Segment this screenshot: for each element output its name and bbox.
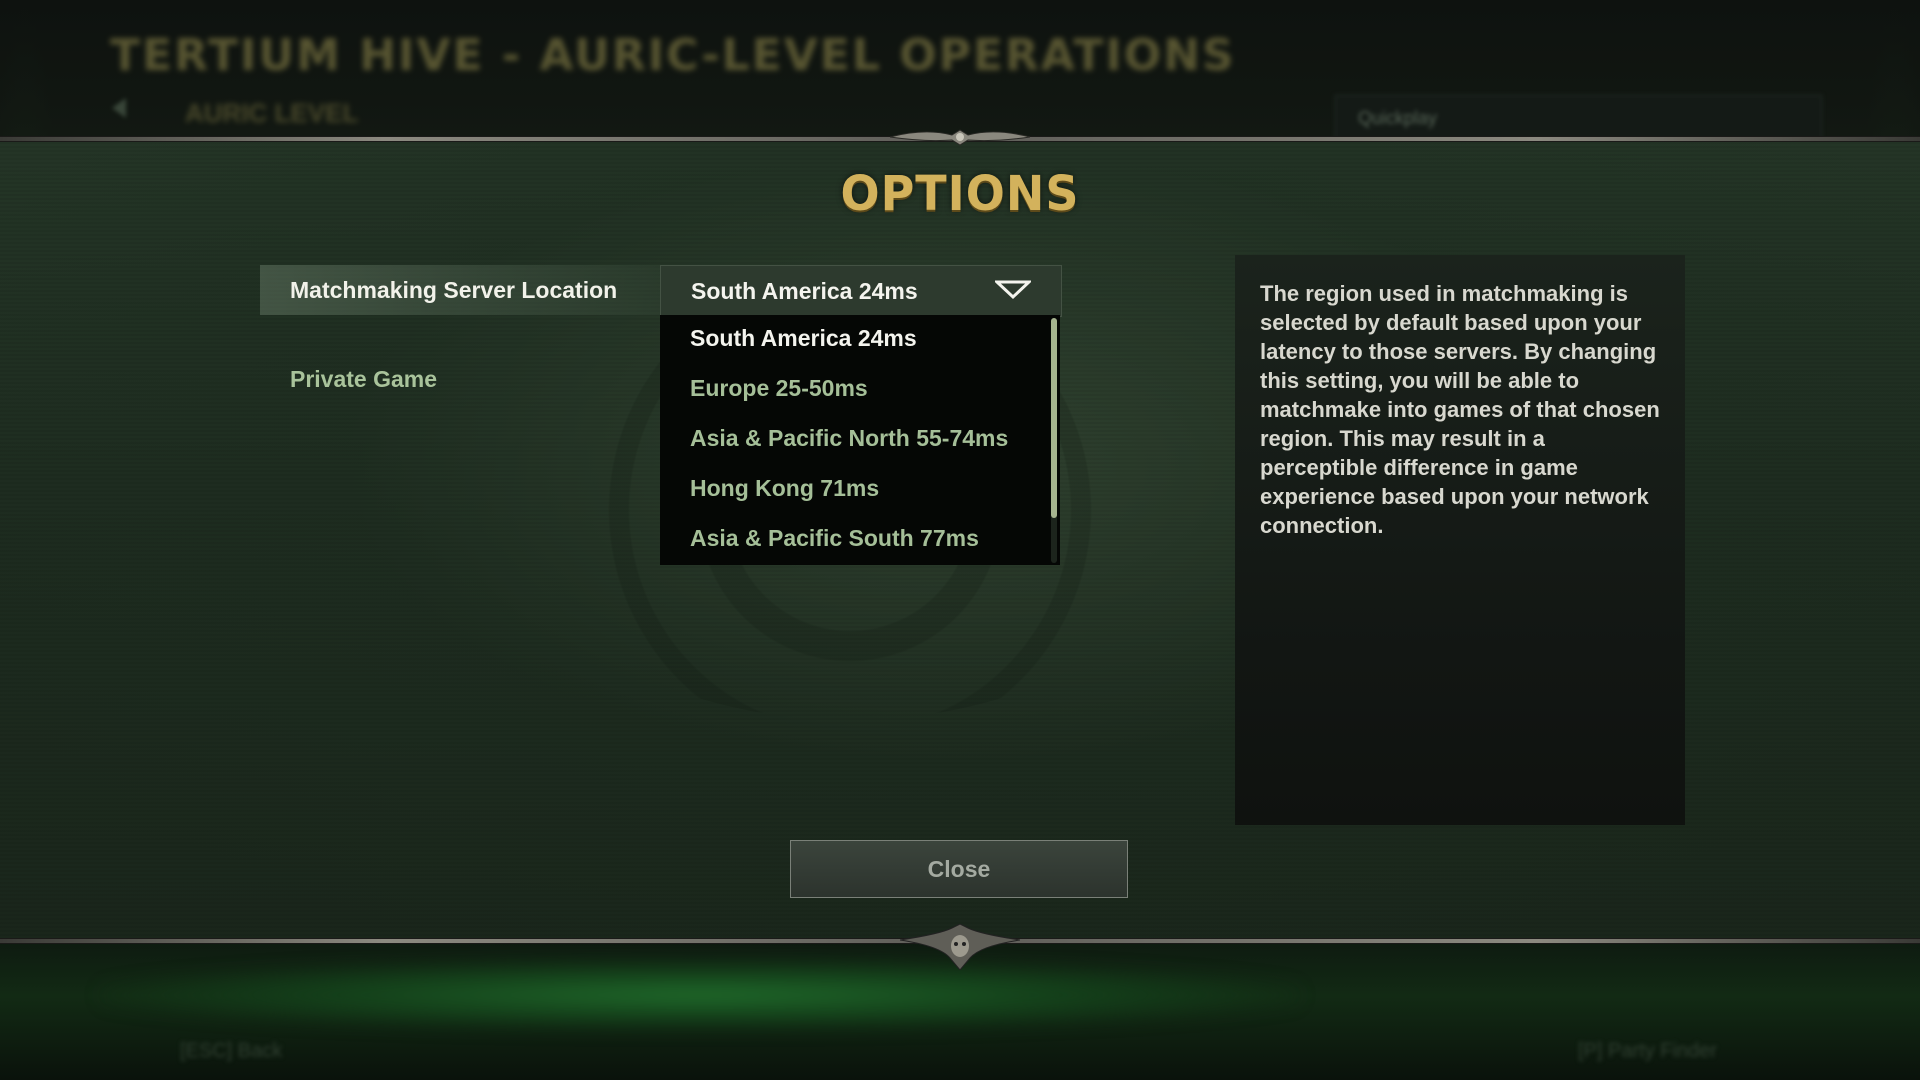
description-panel: The region used in matchmaking is select…: [1235, 255, 1685, 825]
dropdown-option-hong-kong[interactable]: Hong Kong 71ms: [690, 475, 879, 502]
dropdown-option-south-america[interactable]: South America 24ms: [690, 325, 917, 352]
description-text: The region used in matchmaking is select…: [1260, 281, 1660, 538]
background-back-hint: [ESC] Back: [180, 1040, 283, 1062]
chevron-down-icon: [995, 280, 1031, 300]
background-quickplay-label: Quickplay: [1358, 108, 1438, 128]
aquila-ornament-icon: [890, 129, 1030, 146]
dropdown-option-europe[interactable]: Europe 25-50ms: [690, 375, 868, 402]
background-quickplay-button: Quickplay: [1335, 95, 1822, 141]
background-title: TERTIUM HIVE - AURIC-LEVEL OPERATIONS: [110, 30, 1236, 81]
dropdown-selected-value: South America 24ms: [691, 278, 918, 304]
modal-title: OPTIONS: [840, 164, 1080, 222]
dropdown-option-asia-pacific-south[interactable]: Asia & Pacific South 77ms: [690, 525, 979, 552]
close-button[interactable]: Close: [790, 840, 1128, 898]
dropdown-scrollbar[interactable]: [1051, 318, 1057, 563]
setting-row-matchmaking-location[interactable]: Matchmaking Server Location: [260, 265, 660, 315]
background-header: TERTIUM HIVE - AURIC-LEVEL OPERATIONS AU…: [0, 0, 1920, 141]
dropdown-options-list: South America 24ms Europe 25-50ms Asia &…: [660, 315, 1060, 565]
background-party-finder-hint: [P] Party Finder: [1578, 1040, 1717, 1062]
dropdown-option-asia-pacific-north[interactable]: Asia & Pacific North 55-74ms: [690, 425, 1008, 452]
dropdown-scrollbar-thumb[interactable]: [1051, 318, 1057, 518]
background-glow: [100, 960, 1300, 1030]
server-location-dropdown[interactable]: South America 24ms: [660, 265, 1062, 317]
background-back-arrow-icon: [112, 98, 126, 118]
setting-label-matchmaking-location: Matchmaking Server Location: [290, 277, 618, 303]
setting-row-private-game[interactable]: Private Game: [290, 366, 437, 393]
skull-ornament-icon: [900, 924, 1020, 970]
background-subtitle: AURIC LEVEL: [185, 98, 359, 128]
